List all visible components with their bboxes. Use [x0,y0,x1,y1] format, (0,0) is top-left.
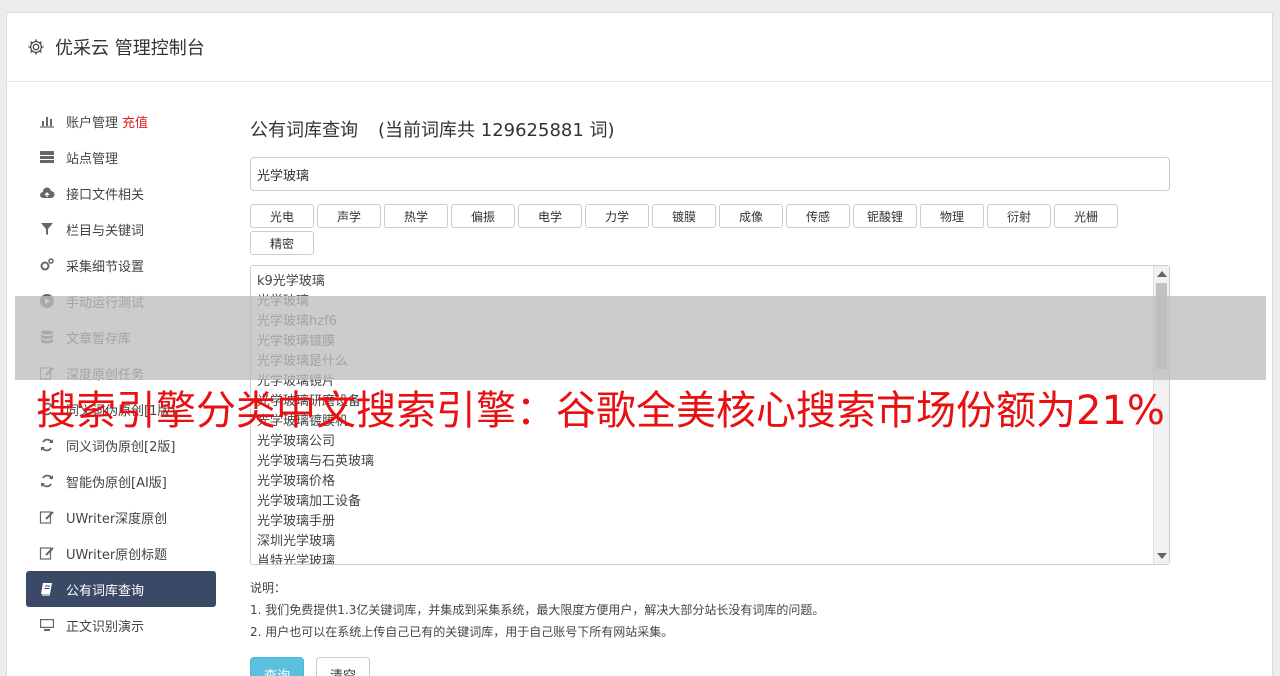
monitor-icon [38,617,56,633]
tag-button[interactable]: 光栅 [1054,204,1118,228]
page-header: 优采云 管理控制台 [7,13,1272,82]
query-button[interactable]: 查询 [250,657,304,676]
tag-button[interactable]: 精密 [250,231,314,255]
sidebar-item-label: 智能伪原创[AI版] [66,475,167,491]
sidebar-item-4[interactable]: 采集细节设置 [26,247,216,283]
sidebar-item-label: 接口文件相关 [66,187,145,203]
tag-button[interactable]: 偏振 [451,204,515,228]
edit-icon [38,545,56,561]
sidebar-item-13[interactable]: 公有词库查询 [26,571,216,607]
tag-button[interactable]: 物理 [920,204,984,228]
page-title: 公有词库查询 (当前词库共 129625881 词) [250,116,1175,142]
cloud-upload-icon [38,185,56,201]
tag-button[interactable]: 成像 [719,204,783,228]
notes-line-2: 2. 用户也可以在系统上传自己已有的关键词库，用于自己账号下所有网站采集。 [250,625,674,639]
sidebar-item-label: UWriter原创标题 [66,547,168,563]
refresh-icon [38,473,56,489]
sidebar-item-label: 同义词伪原创[2版] [66,439,176,455]
result-item[interactable]: 光学玻璃与石英玻璃 [257,452,1163,472]
search-input[interactable] [250,157,1170,191]
sidebar-item-label: 站点管理 [66,151,119,167]
app-title: 优采云 管理控制台 [55,38,205,59]
notes-title: 说明： [250,581,287,595]
tag-button[interactable]: 传感 [786,204,850,228]
sidebar-item-label: 栏目与关键词 [66,223,145,239]
tag-button[interactable]: 电学 [518,204,582,228]
tag-button[interactable]: 镀膜 [652,204,716,228]
overlay-banner-text: 搜索引擎分类中文搜索引擎：谷歌全美核心搜索市场份额为21% [36,388,1165,434]
sidebar-item-3[interactable]: 栏目与关键词 [26,211,216,247]
tag-button[interactable]: 热学 [384,204,448,228]
result-item[interactable]: 光学玻璃加工设备 [257,492,1163,512]
tag-button[interactable]: 声学 [317,204,381,228]
tag-button[interactable]: 衍射 [987,204,1051,228]
gear-icon [27,38,45,56]
tag-button[interactable]: 铌酸锂 [853,204,917,228]
result-item[interactable]: k9光学玻璃 [257,272,1163,292]
sidebar-item-label: UWriter深度原创 [66,511,168,527]
result-item[interactable]: 深圳光学玻璃 [257,532,1163,552]
sidebar-item-label: 账户管理 [66,115,119,131]
bar-chart-icon [38,113,56,129]
sidebar-item-1[interactable]: 站点管理 [26,139,216,175]
tag-button[interactable]: 光电 [250,204,314,228]
sidebar-item-label: 采集细节设置 [66,259,145,275]
sidebar-item-0[interactable]: 账户管理 充值 [26,103,216,139]
notes: 说明： 1. 我们免费提供1.3亿关键词库，并集成到采集系统，最大限度方便用户，… [250,577,1175,643]
refresh-icon [38,437,56,453]
recharge-link[interactable]: 充值 [122,112,148,131]
scroll-down-icon[interactable] [1157,553,1167,559]
word-count: (当前词库共 129625881 词) [378,120,615,141]
gears-icon [38,257,56,273]
sidebar-item-label: 正文识别演示 [66,619,145,635]
action-buttons: 查询 清空 [250,657,1175,676]
sidebar-item-12[interactable]: UWriter原创标题 [26,535,216,571]
sidebar-item-11[interactable]: UWriter深度原创 [26,499,216,535]
sidebar-item-10[interactable]: 智能伪原创[AI版] [26,463,216,499]
result-item[interactable]: 肖特光学玻璃 [257,552,1163,564]
tag-list: 光电 声学 热学 偏振 电学 力学 镀膜 成像 传感 铌酸锂 物理 衍射 光栅精密 [250,204,1130,255]
tag-button[interactable]: 力学 [585,204,649,228]
sidebar-item-label: 公有词库查询 [66,583,145,599]
overlay-band [15,296,1266,380]
page-heading: 公有词库查询 [250,120,358,141]
sidebar-item-14[interactable]: 正文识别演示 [26,607,216,643]
result-item[interactable]: 光学玻璃手册 [257,512,1163,532]
result-item[interactable]: 光学玻璃价格 [257,472,1163,492]
clear-button[interactable]: 清空 [316,657,370,676]
notes-line-1: 1. 我们免费提供1.3亿关键词库，并集成到采集系统，最大限度方便用户，解决大部… [250,603,825,617]
edit-icon [38,509,56,525]
scroll-up-icon[interactable] [1157,271,1167,277]
sidebar-item-2[interactable]: 接口文件相关 [26,175,216,211]
book-icon [38,581,56,597]
filter-icon [38,221,56,237]
server-icon [38,149,56,165]
